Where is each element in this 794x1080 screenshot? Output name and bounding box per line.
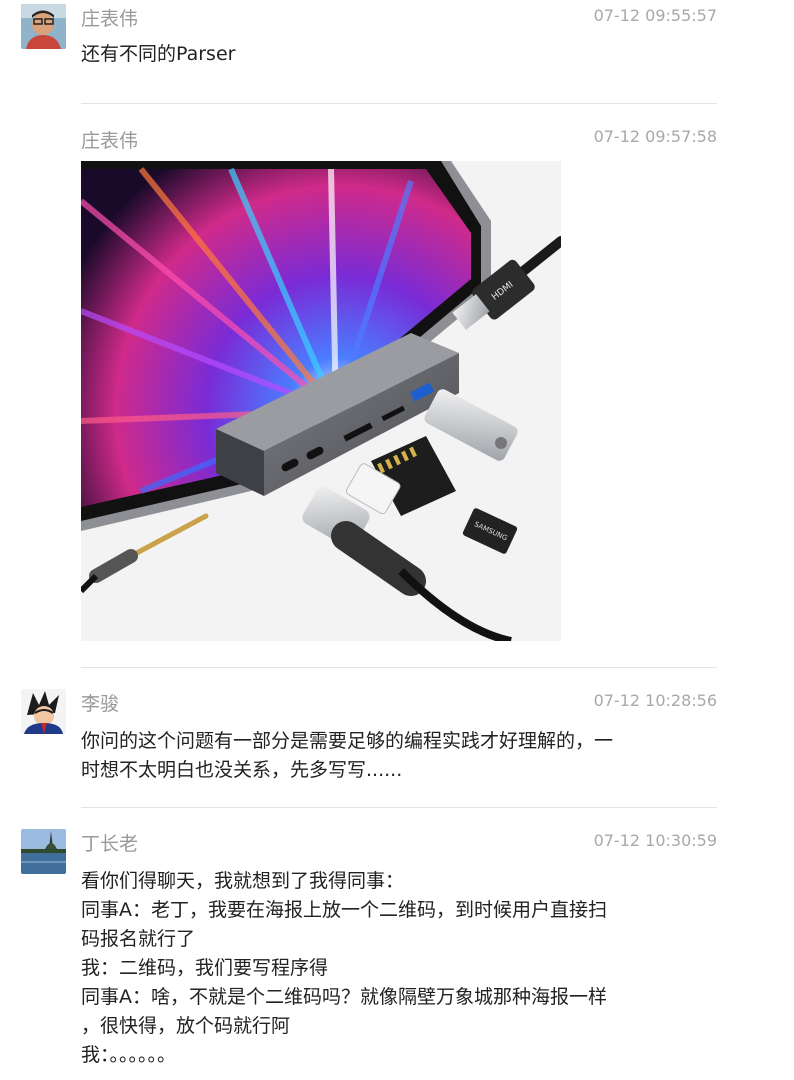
message-line: 你问的这个问题有一部分是需要足够的编程实践才好理解的，一 (81, 730, 614, 752)
message-time: 07-12 09:57:58 (593, 127, 717, 146)
message-text: 看你们得聊天，我就想到了我得同事： 同事A：老丁，我要在海报上放一个二维码，到时… (81, 867, 681, 1070)
message-line: 同事A：啥，不就是个二维码吗？就像隔壁万象城那种海报一样 (81, 986, 607, 1008)
message-line: 我：。。。。。。 (81, 1044, 177, 1066)
message-time: 07-12 10:28:56 (593, 691, 717, 710)
message-time: 07-12 09:55:57 (593, 6, 717, 25)
message-line: ，很快得，放个码就行阿 (81, 1015, 291, 1037)
message-line: 看你们得聊天，我就想到了我得同事： (81, 870, 405, 892)
avatar-zhuang[interactable] (21, 4, 66, 49)
message-line: 还有不同的Parser (81, 43, 236, 65)
message-line: 我：二维码，我们要写程序得 (81, 957, 329, 979)
sender-name: 庄表伟 (81, 8, 139, 30)
message-time: 07-12 10:30:59 (593, 831, 717, 850)
sender-name: 李骏 (81, 693, 120, 715)
message-text: 你问的这个问题有一部分是需要足够的编程实践才好理解的，一 时想不太明白也没关系，… (81, 727, 681, 785)
sender-name: 庄表伟 (81, 130, 139, 152)
message-image[interactable]: HDMI SAMSUNG (81, 161, 561, 641)
message-line: 时想不太明白也没关系，先多写写...... (81, 759, 403, 781)
message-divider (81, 807, 717, 808)
message-text: 还有不同的Parser (81, 40, 681, 69)
avatar-ding[interactable] (21, 829, 66, 874)
message-divider (81, 667, 717, 668)
message-divider (81, 103, 717, 104)
message-line: 码报名就行了 (81, 928, 196, 950)
avatar-lijun[interactable] (21, 689, 66, 734)
sender-name: 丁长老 (81, 833, 139, 855)
message-line: 同事A：老丁，我要在海报上放一个二维码，到时候用户直接扫 (81, 899, 607, 921)
